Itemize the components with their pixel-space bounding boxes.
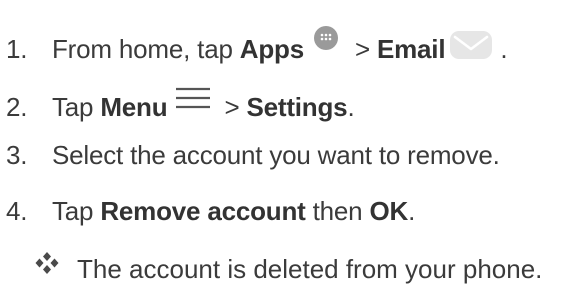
result-text: The account is deleted from your phone.: [77, 254, 543, 284]
step-1: 1. From home, tap Apps > Email .: [6, 26, 508, 64]
step-number: 1.: [6, 34, 28, 64]
step-text: Tap: [52, 196, 101, 226]
step-connector: then: [305, 196, 370, 226]
step-end: .: [347, 92, 355, 122]
step-end: .: [493, 34, 508, 64]
step-end: .: [408, 196, 416, 226]
step-number: 3.: [6, 140, 28, 170]
email-icon: [450, 31, 493, 59]
ok-label: OK: [369, 196, 409, 226]
menu-label: Menu: [100, 92, 168, 122]
step-number: 2.: [6, 92, 28, 122]
email-label: Email: [376, 34, 446, 64]
step-text: Tap: [52, 92, 101, 122]
separator: >: [347, 34, 377, 64]
step-3: 3. Select the account you want to remove.: [6, 140, 500, 170]
menu-icon: [176, 87, 211, 109]
step-number: 4.: [6, 196, 28, 226]
step-text: From home, tap: [52, 34, 240, 64]
apps-label: Apps: [239, 34, 304, 64]
diamond-bullet-icon: [35, 252, 59, 274]
separator: >: [217, 92, 247, 122]
step-2: 2. Tap Menu > Settings.: [6, 86, 355, 122]
settings-label: Settings: [246, 92, 348, 122]
result-bullet: The account is deleted from your phone.: [35, 252, 542, 284]
apps-icon: [313, 26, 338, 50]
step-4: 4. Tap Remove account then OK.: [6, 196, 415, 226]
step-text: Select the account you want to remove.: [52, 140, 500, 170]
remove-account-label: Remove account: [100, 196, 306, 226]
